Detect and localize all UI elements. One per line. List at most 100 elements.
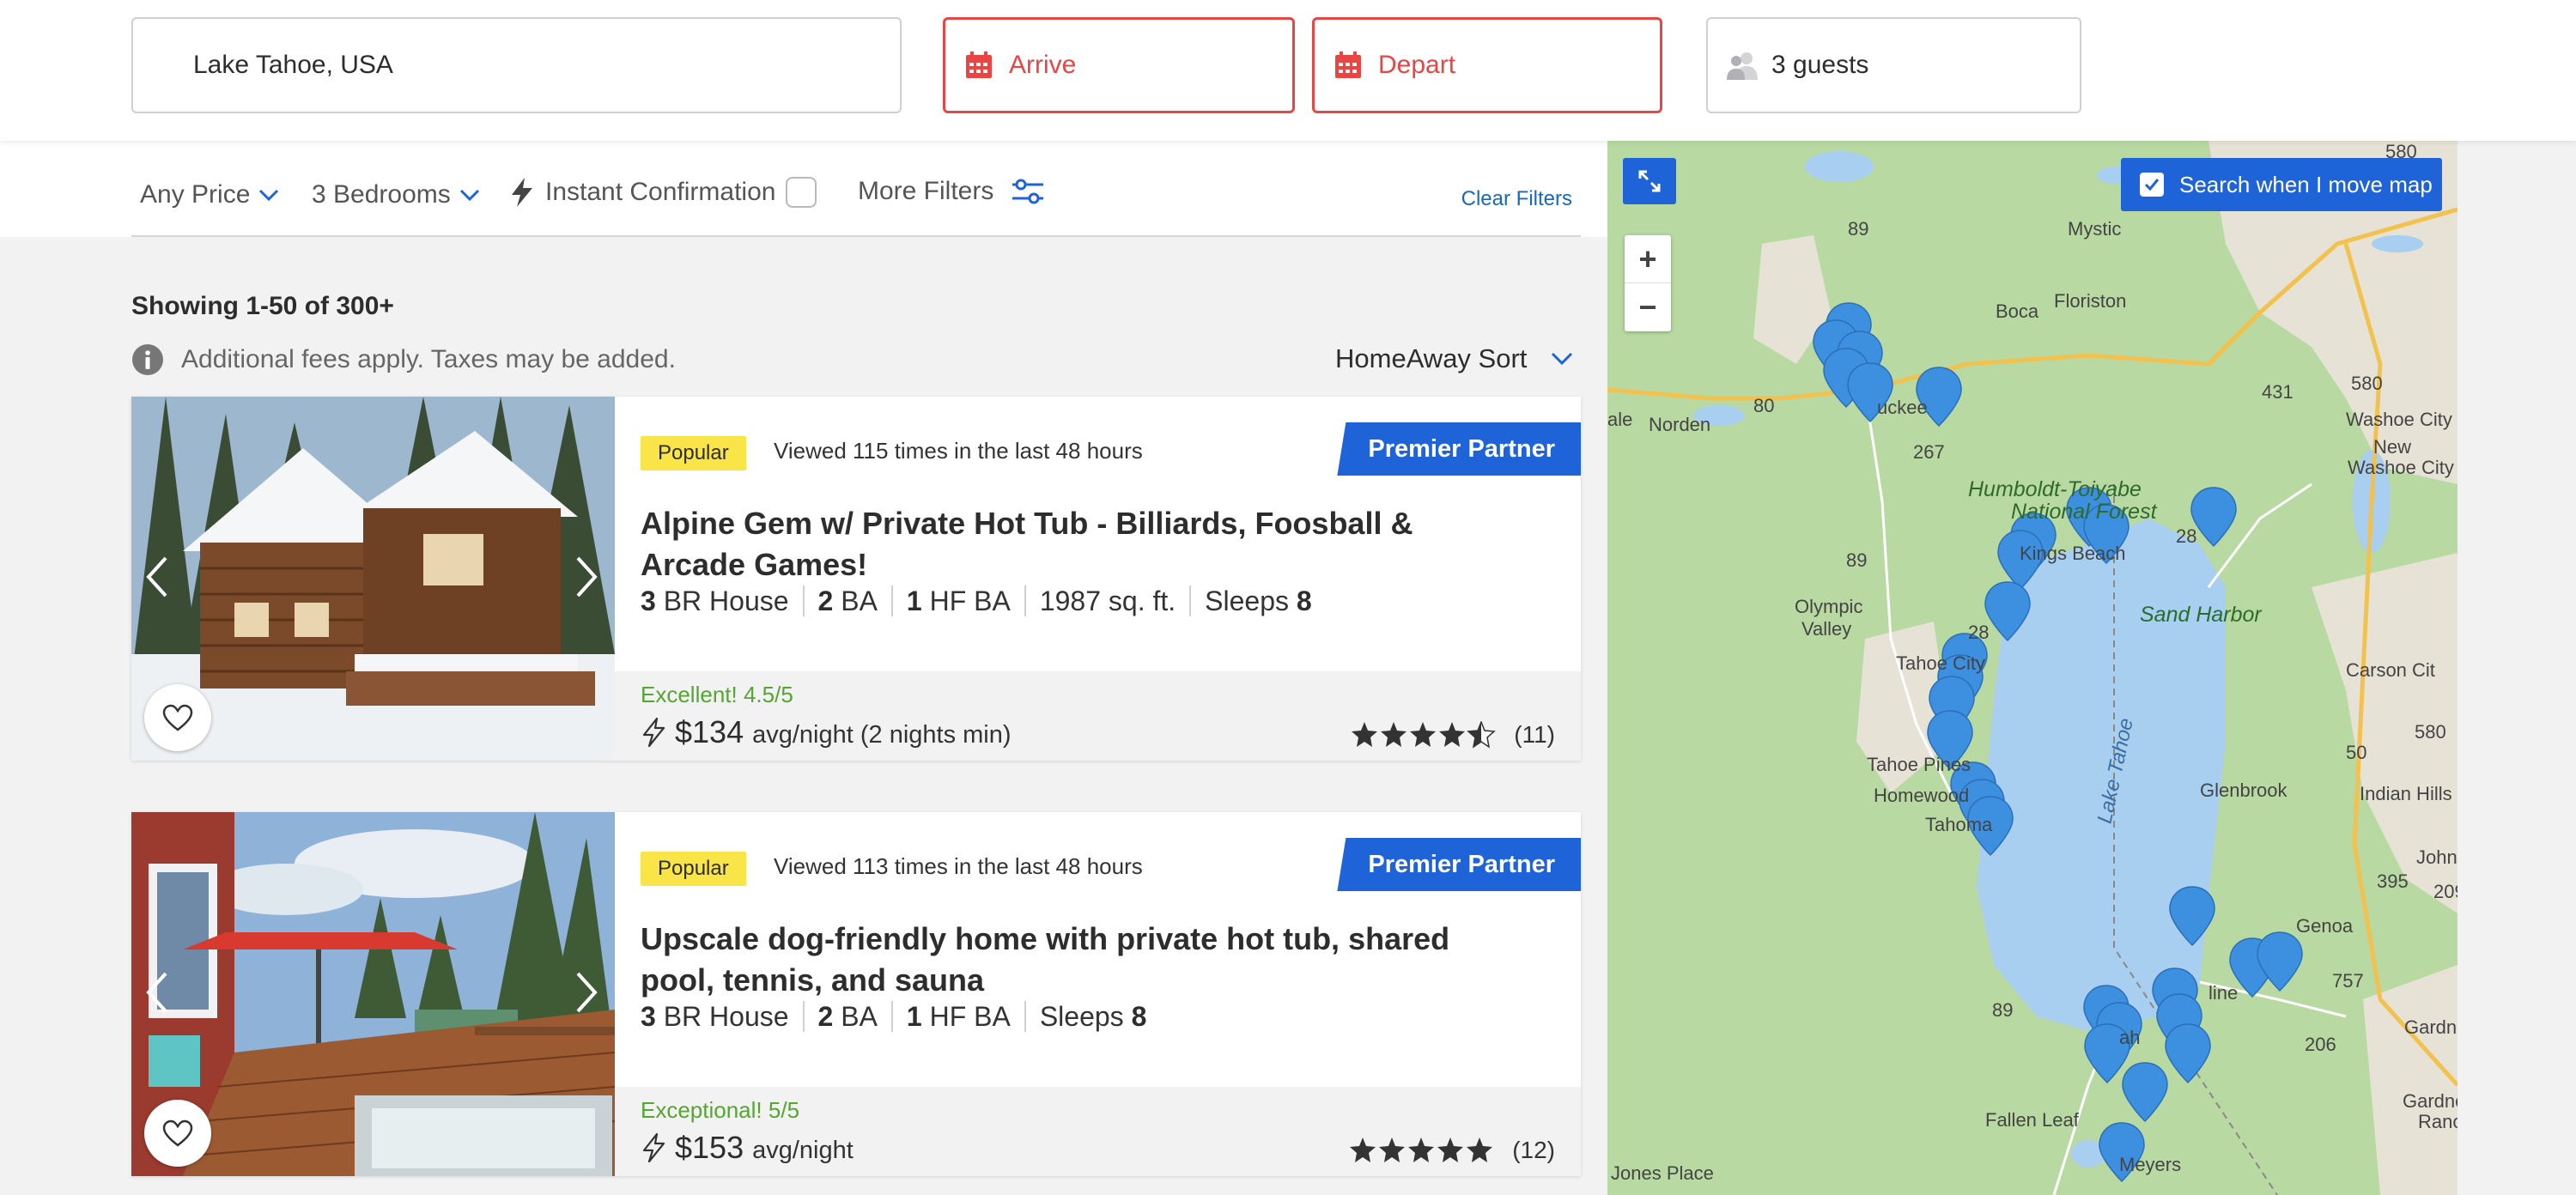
map-label: uckee <box>1877 397 1928 418</box>
price-filter-label: Any Price <box>140 180 251 209</box>
listing-card[interactable]: Popular Viewed 115 times in the last 48 … <box>131 397 1581 761</box>
more-filters-label: More Filters <box>858 177 994 205</box>
route-label: 50 <box>2346 742 2367 763</box>
route-label: 757 <box>2332 970 2364 992</box>
bedrooms-filter[interactable]: 3 Bedrooms <box>312 180 480 209</box>
star-rating: (12) <box>1349 1137 1555 1164</box>
rating-text: Exceptional! 5/5 <box>641 1097 800 1123</box>
map-label: National Forest <box>2011 500 2157 524</box>
map-label: Mystic <box>2068 218 2122 240</box>
route-label: 206 <box>2305 1034 2336 1055</box>
map-label: Washoe City <box>2348 457 2454 478</box>
search-when-move-toggle[interactable]: Search when I move map <box>2121 158 2442 211</box>
guests-selector[interactable]: 3 guests <box>1706 17 2081 113</box>
clear-filters-link[interactable]: Clear Filters <box>1461 187 1572 211</box>
route-label: 89 <box>1848 218 1869 240</box>
expand-map-button[interactable] <box>1623 158 1676 204</box>
map-label: Meyers <box>2119 1154 2182 1175</box>
map-label: Gardner <box>2403 1090 2458 1112</box>
search-when-move-checkbox[interactable] <box>2140 173 2164 197</box>
info-icon <box>131 343 164 376</box>
route-label: 267 <box>1913 441 1945 463</box>
price-amount: $153 <box>675 1130 744 1165</box>
map-label: New <box>2373 436 2412 458</box>
previous-photo-button[interactable] <box>140 967 174 1018</box>
listing-card[interactable]: Popular Viewed 113 times in the last 48 … <box>131 812 1581 1176</box>
map-label: ale <box>1607 409 1633 430</box>
stars-icon <box>1350 1137 1493 1162</box>
search-bar: Lake Tahoe, USA Arrive Depart 3 guests <box>0 0 2576 141</box>
popular-badge: Popular <box>641 852 746 886</box>
zoom-in-button[interactable]: + <box>1625 235 1671 283</box>
map-label: Fallen Leaf <box>1985 1109 2079 1131</box>
instant-book-icon <box>641 1132 666 1163</box>
map-label: ah <box>2119 1027 2141 1048</box>
review-count[interactable]: (11) <box>1514 721 1555 749</box>
bedrooms-filter-label: 3 Bedrooms <box>312 180 451 209</box>
heart-icon <box>162 1119 193 1147</box>
instant-confirmation-filter[interactable]: Instant Confirmation <box>509 177 817 208</box>
route-label: 28 <box>1968 622 1990 643</box>
map-label: Floriston <box>2054 290 2127 312</box>
route-label: 580 <box>2415 721 2446 743</box>
map-label: Homewood <box>1874 785 1970 806</box>
square-footage-spec: 1987 sq. ft. <box>1024 585 1189 616</box>
review-count[interactable]: (12) <box>1512 1137 1555 1164</box>
half-bathrooms-spec: 1 HF BA <box>890 585 1024 616</box>
map-label: line <box>2208 982 2239 1004</box>
bathrooms-spec: 2 BA <box>802 1001 891 1032</box>
depart-label: Depart <box>1378 51 1456 79</box>
map-label: Ranch <box>2418 1111 2458 1132</box>
depart-date-field[interactable]: Depart <box>1312 17 1662 113</box>
listing-photo[interactable] <box>131 812 615 1176</box>
previous-photo-button[interactable] <box>140 551 174 603</box>
premier-partner-badge: Premier Partner <box>1337 838 1581 891</box>
route-label: 580 <box>2351 373 2383 394</box>
price: $153 avg/night <box>641 1130 854 1166</box>
listing-specs: 3 BR House 2 BA 1 HF BA 1987 sq. ft. Sle… <box>641 585 1326 616</box>
sleeps-spec: Sleeps 8 <box>1189 585 1326 616</box>
views-text: Viewed 113 times in the last 48 hours <box>774 853 1143 879</box>
sleeps-spec: Sleeps 8 <box>1024 1001 1161 1032</box>
location-input[interactable]: Lake Tahoe, USA <box>131 17 902 113</box>
next-photo-button[interactable] <box>569 967 604 1018</box>
sort-dropdown[interactable]: HomeAway Sort <box>1335 343 1573 374</box>
listing-photo[interactable] <box>131 397 615 761</box>
bedrooms-spec: 3 BR House <box>641 1001 789 1032</box>
chevron-down-icon <box>459 188 480 202</box>
price-filter[interactable]: Any Price <box>140 180 279 209</box>
listing-title[interactable]: Alpine Gem w/ Private Hot Tub - Billiard… <box>641 503 1516 585</box>
route-label: 89 <box>1846 549 1868 571</box>
instant-book-icon <box>641 717 666 748</box>
price: $134 avg/night (2 nights min) <box>641 714 1012 750</box>
checkmark-icon <box>2144 179 2160 191</box>
favorite-button[interactable] <box>144 1100 211 1167</box>
location-value: Lake Tahoe, USA <box>193 51 393 79</box>
listing-title[interactable]: Upscale dog-friendly home with private h… <box>641 919 1516 1001</box>
map-label: Carson Cit <box>2346 659 2435 681</box>
arrive-date-field[interactable]: Arrive <box>943 17 1295 113</box>
map-label: Norden <box>1649 414 1711 435</box>
map-label: Olympic <box>1795 596 1863 617</box>
route-label: 89 <box>1992 999 2014 1021</box>
half-bathrooms-spec: 1 HF BA <box>890 1001 1024 1032</box>
calendar-icon <box>1334 51 1363 80</box>
favorite-button[interactable] <box>144 684 211 751</box>
route-label: 28 <box>2176 525 2197 547</box>
route-label: 431 <box>2262 381 2293 403</box>
next-photo-button[interactable] <box>569 551 604 603</box>
map-label: Johns <box>2416 846 2458 868</box>
route-label: 395 <box>2377 870 2409 892</box>
instant-confirmation-checkbox[interactable] <box>786 177 817 208</box>
map[interactable]: Mystic Boca Floriston Norden ale uckee H… <box>1607 141 2458 1195</box>
more-filters-button[interactable]: More Filters <box>858 177 1045 206</box>
listing-specs: 3 BR House 2 BA 1 HF BA Sleeps 8 <box>641 1001 1160 1032</box>
map-label: Indian Hills <box>2360 783 2452 804</box>
arrive-label: Arrive <box>1009 51 1077 79</box>
price-note: avg/night (2 nights min) <box>752 721 1012 749</box>
page-margin <box>2458 141 2576 1195</box>
popular-badge: Popular <box>641 436 746 470</box>
premier-partner-badge: Premier Partner <box>1337 422 1581 476</box>
map-label: Tahoe Pines <box>1867 754 1971 775</box>
zoom-out-button[interactable]: − <box>1625 283 1671 331</box>
